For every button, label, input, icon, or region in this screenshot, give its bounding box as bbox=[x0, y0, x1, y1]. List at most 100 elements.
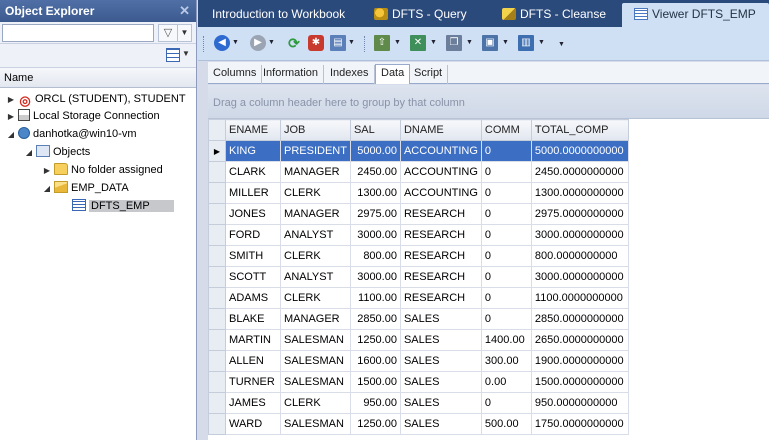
bug-icon[interactable]: ✱ bbox=[308, 35, 324, 51]
collapse-arrow-icon[interactable]: ◢ bbox=[42, 180, 52, 198]
cell-comm[interactable]: 300.00 bbox=[480, 350, 532, 372]
document-icon[interactable]: ▤ bbox=[330, 35, 346, 51]
row-indicator[interactable] bbox=[208, 287, 226, 309]
cell-dname[interactable]: ACCOUNTING bbox=[399, 140, 482, 162]
cell-comm[interactable]: 0 bbox=[480, 392, 532, 414]
refresh-icon[interactable]: ⟳ bbox=[286, 35, 302, 51]
tree-node-local-storage[interactable]: ▶ Local Storage Connection bbox=[6, 107, 160, 125]
export-dropdown-icon[interactable]: ▼ bbox=[394, 39, 401, 46]
forward-arrow-icon[interactable]: ▶ bbox=[250, 35, 266, 51]
cell-sal[interactable]: 1500.00 bbox=[349, 371, 401, 393]
collapse-arrow-icon[interactable]: ◢ bbox=[24, 144, 34, 162]
cell-comm[interactable]: 0 bbox=[480, 245, 532, 267]
cell-total-comp[interactable]: 800.0000000000 bbox=[530, 245, 629, 267]
row-indicator[interactable] bbox=[208, 392, 226, 414]
cell-dname[interactable]: RESEARCH bbox=[399, 245, 482, 267]
table-row[interactable]: WARD SALESMAN 1250.00 SALES 500.00 1750.00000… bbox=[208, 413, 629, 435]
cell-total-comp[interactable]: 2975.0000000000 bbox=[530, 203, 629, 225]
explorer-search-input[interactable] bbox=[2, 24, 154, 42]
column-header-comm[interactable]: COMM bbox=[480, 119, 532, 141]
cell-total-comp[interactable]: 950.0000000000 bbox=[530, 392, 629, 414]
tab-viewer-dfts-emp[interactable]: Viewer DFTS_EMP bbox=[622, 3, 769, 27]
cell-total-comp[interactable]: 1750.0000000000 bbox=[530, 413, 629, 435]
cell-total-comp[interactable]: 3000.0000000000 bbox=[530, 224, 629, 246]
copy-dropdown-icon[interactable]: ▼ bbox=[466, 39, 473, 46]
cell-dname[interactable]: SALES bbox=[399, 329, 482, 351]
row-indicator[interactable] bbox=[208, 413, 226, 435]
table-row[interactable]: SMITH CLERK 800.00 RESEARCH 0 800.0000000000 bbox=[208, 245, 629, 267]
cell-sal[interactable]: 1100.00 bbox=[349, 287, 401, 309]
cell-job[interactable]: CLERK bbox=[280, 392, 351, 414]
column-header-dname[interactable]: DNAME bbox=[399, 119, 482, 141]
chart-dropdown-icon[interactable]: ▼ bbox=[538, 39, 545, 46]
table-row[interactable]: ▶ KING PRESIDENT 5000.00 ACCOUNTING 0 5000.000… bbox=[208, 140, 629, 162]
table-row[interactable]: MILLER CLERK 1300.00 ACCOUNTING 0 1300.000000… bbox=[208, 182, 629, 204]
expand-arrow-icon[interactable]: ▶ bbox=[6, 108, 16, 126]
cell-ename[interactable]: JAMES bbox=[225, 392, 281, 414]
cell-ename[interactable]: ADAMS bbox=[225, 287, 281, 309]
excel-export-icon[interactable]: ✕ bbox=[410, 35, 426, 51]
cell-ename[interactable]: CLARK bbox=[225, 161, 281, 183]
cell-sal[interactable]: 2450.00 bbox=[349, 161, 401, 183]
cell-sal[interactable]: 1250.00 bbox=[349, 329, 401, 351]
cell-job[interactable]: PRESIDENT bbox=[280, 140, 351, 162]
cell-job[interactable]: ANALYST bbox=[280, 224, 351, 246]
tree-node-orcl[interactable]: ▶ ◎ ORCL (STUDENT), STUDENT bbox=[6, 90, 186, 108]
cell-sal[interactable]: 950.00 bbox=[349, 392, 401, 414]
cell-ename[interactable]: MARTIN bbox=[225, 329, 281, 351]
forward-dropdown-icon[interactable]: ▼ bbox=[268, 39, 275, 46]
cell-comm[interactable]: 0 bbox=[480, 140, 532, 162]
cell-sal[interactable]: 3000.00 bbox=[349, 224, 401, 246]
back-dropdown-icon[interactable]: ▼ bbox=[232, 39, 239, 46]
cell-dname[interactable]: SALES bbox=[399, 371, 482, 393]
cell-sal[interactable]: 2850.00 bbox=[349, 308, 401, 330]
cell-job[interactable]: CLERK bbox=[280, 245, 351, 267]
tree-node-user[interactable]: ◢ danhotka@win10-vm bbox=[6, 125, 137, 143]
cell-ename[interactable]: BLAKE bbox=[225, 308, 281, 330]
cell-dname[interactable]: SALES bbox=[399, 392, 482, 414]
save-icon[interactable]: ▣ bbox=[482, 35, 498, 51]
document-dropdown-icon[interactable]: ▼ bbox=[348, 39, 355, 46]
filter-dropdown-icon[interactable]: ▼ bbox=[178, 24, 192, 42]
table-row[interactable]: ALLEN SALESMAN 1600.00 SALES 300.00 1900.0000… bbox=[208, 350, 629, 372]
tab-indexes[interactable]: Indexes bbox=[325, 65, 375, 84]
cell-dname[interactable]: SALES bbox=[399, 413, 482, 435]
table-row[interactable]: SCOTT ANALYST 3000.00 RESEARCH 0 3000.0000000… bbox=[208, 266, 629, 288]
column-header-ename[interactable]: ENAME bbox=[225, 119, 281, 141]
cell-sal[interactable]: 1250.00 bbox=[349, 413, 401, 435]
cell-comm[interactable]: 0 bbox=[480, 182, 532, 204]
cell-job[interactable]: SALESMAN bbox=[280, 350, 351, 372]
save-dropdown-icon[interactable]: ▼ bbox=[502, 39, 509, 46]
cell-sal[interactable]: 1600.00 bbox=[349, 350, 401, 372]
cell-comm[interactable]: 500.00 bbox=[480, 413, 532, 435]
cell-dname[interactable]: RESEARCH bbox=[399, 203, 482, 225]
row-indicator[interactable] bbox=[208, 350, 226, 372]
cell-job[interactable]: CLERK bbox=[280, 182, 351, 204]
cell-dname[interactable]: SALES bbox=[399, 308, 482, 330]
cell-job[interactable]: SALESMAN bbox=[280, 329, 351, 351]
cell-comm[interactable]: 0 bbox=[480, 224, 532, 246]
cell-job[interactable]: MANAGER bbox=[280, 308, 351, 330]
group-by-panel[interactable]: Drag a column header here to group by th… bbox=[208, 85, 769, 119]
filter-icon[interactable]: ▽ bbox=[158, 24, 178, 42]
cell-dname[interactable]: RESEARCH bbox=[399, 224, 482, 246]
tab-introduction[interactable]: Introduction to Workbook bbox=[200, 3, 362, 27]
copy-icon[interactable]: ❐ bbox=[446, 35, 462, 51]
cell-total-comp[interactable]: 1900.0000000000 bbox=[530, 350, 629, 372]
table-row[interactable]: MARTIN SALESMAN 1250.00 SALES 1400.00 2650.00… bbox=[208, 329, 629, 351]
cell-ename[interactable]: TURNER bbox=[225, 371, 281, 393]
toolbar-overflow-icon[interactable]: ▼ bbox=[558, 41, 565, 48]
tab-dfts-cleanse[interactable]: DFTS - Cleanse bbox=[490, 3, 620, 27]
tab-data[interactable]: Data bbox=[375, 64, 411, 84]
row-indicator[interactable] bbox=[208, 266, 226, 288]
row-indicator[interactable] bbox=[208, 182, 226, 204]
row-indicator[interactable] bbox=[208, 245, 226, 267]
tree-node-emp-data[interactable]: ◢ EMP_DATA bbox=[42, 179, 129, 197]
row-indicator[interactable] bbox=[208, 161, 226, 183]
cell-comm[interactable]: 0 bbox=[480, 308, 532, 330]
excel-dropdown-icon[interactable]: ▼ bbox=[430, 39, 437, 46]
view-dropdown-icon[interactable]: ▼ bbox=[182, 49, 190, 58]
tab-dfts-query[interactable]: DFTS - Query bbox=[362, 3, 490, 27]
cell-dname[interactable]: ACCOUNTING bbox=[399, 161, 482, 183]
row-indicator[interactable] bbox=[208, 224, 226, 246]
